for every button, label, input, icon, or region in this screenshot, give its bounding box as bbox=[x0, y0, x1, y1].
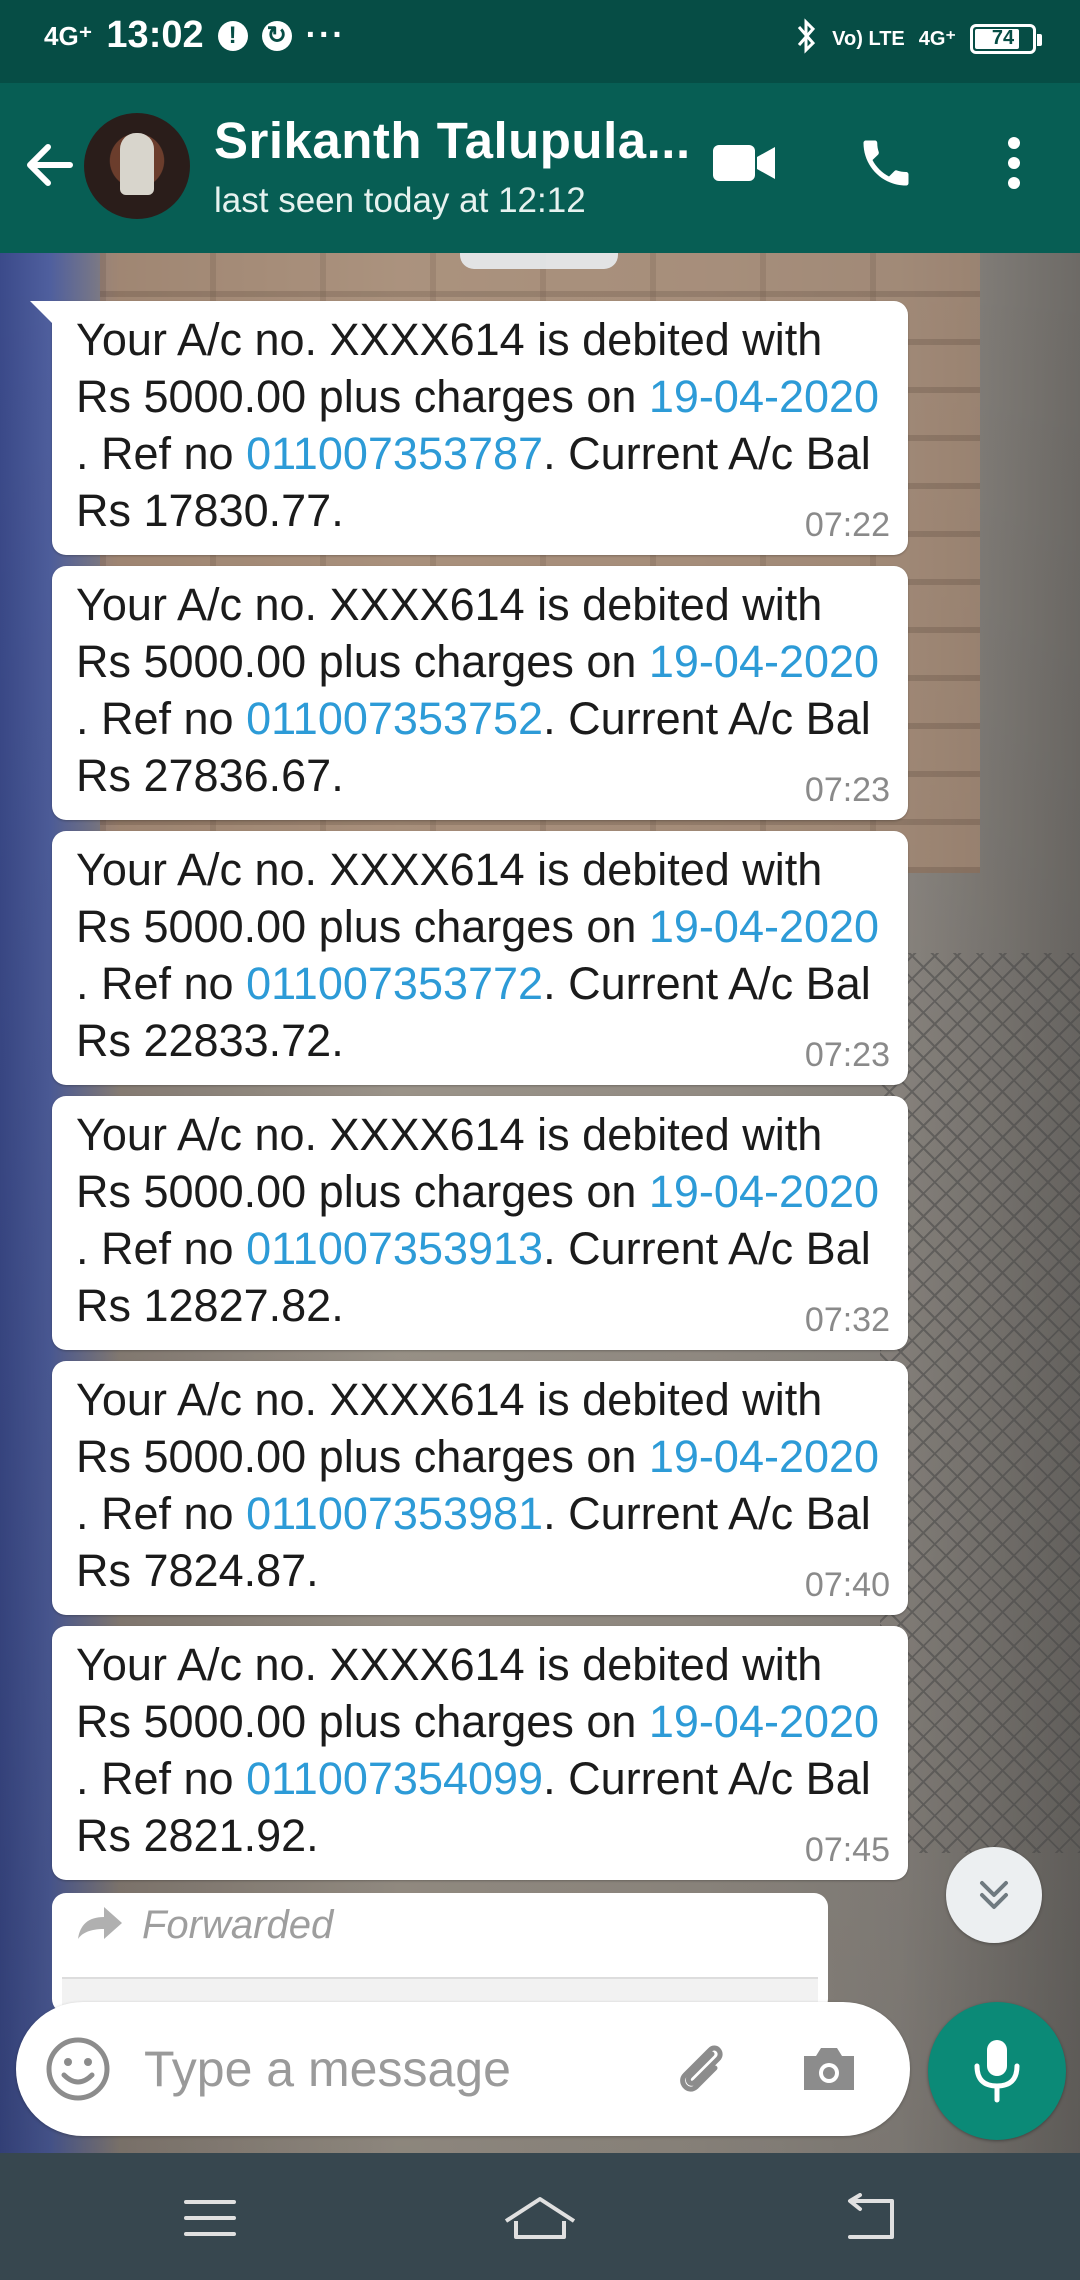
menu-icon[interactable] bbox=[170, 2183, 250, 2253]
battery-level: 74 bbox=[991, 27, 1015, 49]
network-indicator: 4G⁺ bbox=[44, 20, 93, 51]
home-icon[interactable] bbox=[500, 2183, 580, 2253]
avatar[interactable] bbox=[84, 113, 190, 219]
more-notifications-icon: ··· bbox=[305, 16, 346, 54]
date-pill bbox=[460, 253, 618, 269]
status-bar: 4G⁺ 13:02 ! ↻ ··· Vo) LTE 4G⁺ 74 bbox=[0, 0, 1080, 83]
message-text: Your A/c no. XXXX614 is debited with Rs … bbox=[76, 844, 880, 1066]
message-time: 07:22 bbox=[804, 506, 890, 544]
chat-area[interactable]: Your A/c no. XXXX614 is debited with Rs … bbox=[0, 253, 1080, 2153]
date-link[interactable]: 19-04-2020 bbox=[649, 1696, 879, 1747]
message-input-bar[interactable]: Type a message bbox=[16, 2002, 910, 2136]
system-nav-bar bbox=[0, 2153, 1080, 2280]
bluetooth-icon bbox=[796, 18, 818, 59]
message-text: Your A/c no. XXXX614 is debited with Rs … bbox=[76, 314, 880, 536]
message-text: Your A/c no. XXXX614 is debited with Rs … bbox=[76, 579, 880, 801]
wallpaper-mesh bbox=[880, 953, 1080, 1853]
message-time: 07:32 bbox=[804, 1301, 890, 1339]
forwarded-message-bubble[interactable]: Forwarded bbox=[52, 1893, 828, 2013]
date-link[interactable]: 19-04-2020 bbox=[649, 901, 879, 952]
message-time: 07:45 bbox=[804, 1831, 890, 1869]
back-icon[interactable] bbox=[830, 2183, 910, 2253]
reference-number-link[interactable]: 011007353772 bbox=[246, 958, 543, 1009]
camera-icon[interactable] bbox=[796, 2036, 862, 2102]
date-link[interactable]: 19-04-2020 bbox=[649, 636, 879, 687]
date-link[interactable]: 19-04-2020 bbox=[649, 1431, 879, 1482]
sync-icon: ↻ bbox=[261, 20, 292, 51]
paperclip-icon[interactable] bbox=[668, 2036, 734, 2102]
message-time: 07:40 bbox=[804, 1566, 890, 1604]
message-bubble[interactable]: Your A/c no. XXXX614 is debited with Rs … bbox=[52, 1361, 908, 1615]
message-time: 07:23 bbox=[804, 1036, 890, 1074]
alert-icon: ! bbox=[217, 20, 248, 51]
message-bubble[interactable]: Your A/c no. XXXX614 is debited with Rs … bbox=[52, 566, 908, 820]
status-time: 13:02 bbox=[106, 14, 204, 56]
more-vertical-icon[interactable] bbox=[974, 123, 1054, 203]
chevrons-down-icon[interactable] bbox=[946, 1847, 1042, 1943]
last-seen-status[interactable]: last seen today at 12:12 bbox=[214, 181, 586, 221]
message-bubble[interactable]: Your A/c no. XXXX614 is debited with Rs … bbox=[30, 301, 908, 555]
forwarded-label: Forwarded bbox=[142, 1903, 334, 1947]
chat-header: Srikanth Talupula... last seen today at … bbox=[0, 83, 1080, 253]
video-call-icon[interactable] bbox=[704, 123, 784, 203]
phone-icon[interactable] bbox=[846, 123, 926, 203]
date-link[interactable]: 19-04-2020 bbox=[649, 1166, 879, 1217]
emoji-icon[interactable] bbox=[44, 2035, 112, 2103]
message-bubble[interactable]: Your A/c no. XXXX614 is debited with Rs … bbox=[52, 1096, 908, 1350]
forward-arrow-icon bbox=[76, 1905, 124, 1946]
signal-indicator: 4G⁺ bbox=[918, 27, 956, 50]
message-text: Your A/c no. XXXX614 is debited with Rs … bbox=[76, 1374, 880, 1596]
arrow-left-icon[interactable] bbox=[18, 135, 78, 195]
message-time: 07:23 bbox=[804, 771, 890, 809]
message-text: Your A/c no. XXXX614 is debited with Rs … bbox=[76, 1109, 880, 1331]
reference-number-link[interactable]: 011007353752 bbox=[246, 693, 543, 744]
contact-name[interactable]: Srikanth Talupula... bbox=[214, 111, 691, 170]
reference-number-link[interactable]: 011007353981 bbox=[246, 1488, 543, 1539]
message-text: Your A/c no. XXXX614 is debited with Rs … bbox=[76, 1639, 880, 1861]
date-link[interactable]: 19-04-2020 bbox=[649, 371, 879, 422]
reference-number-link[interactable]: 011007354099 bbox=[246, 1753, 543, 1804]
reference-number-link[interactable]: 011007353913 bbox=[246, 1223, 543, 1274]
battery-icon: 74 bbox=[970, 23, 1042, 54]
volte-indicator: Vo) LTE bbox=[832, 27, 905, 50]
message-input[interactable]: Type a message bbox=[144, 2040, 511, 2098]
message-bubble[interactable]: Your A/c no. XXXX614 is debited with Rs … bbox=[52, 1626, 908, 1880]
message-bubble[interactable]: Your A/c no. XXXX614 is debited with Rs … bbox=[52, 831, 908, 1085]
microphone-icon[interactable] bbox=[928, 2002, 1066, 2140]
reference-number-link[interactable]: 011007353787 bbox=[246, 428, 543, 479]
